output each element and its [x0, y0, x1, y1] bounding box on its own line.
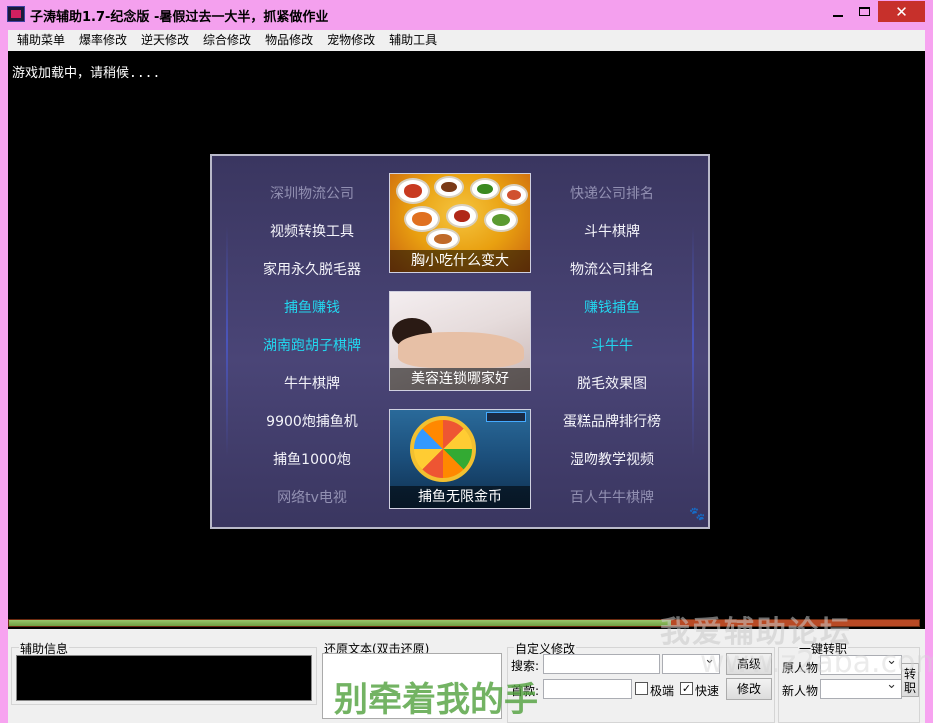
search-input[interactable]	[543, 654, 660, 674]
ad-link-left[interactable]: 视频转换工具	[222, 221, 402, 241]
ad-link-left[interactable]: 深圳物流公司	[222, 183, 402, 203]
url-watermark: www.z2aba.com	[700, 645, 933, 680]
window-title: 子涛辅助1.7-纪念版 -暑假过去一大半，抓紧做作业	[30, 10, 329, 25]
extreme-checkbox[interactable]	[635, 682, 648, 695]
aux-info-display	[16, 655, 312, 701]
food-plate-image	[434, 176, 464, 198]
modify-button[interactable]: 修改	[726, 678, 772, 700]
extreme-label: 极端	[650, 684, 675, 698]
food-plate-image	[500, 184, 528, 206]
thumbnail-caption: 胸小吃什么变大	[390, 250, 530, 272]
ad-link-right[interactable]: 斗牛牛	[522, 335, 702, 355]
ad-panel: 深圳物流公司 视频转换工具 家用永久脱毛器 捕鱼赚钱 湖南跑胡子棋牌 牛牛棋牌 …	[210, 154, 710, 529]
first-value-input[interactable]	[543, 679, 632, 699]
ad-link-right[interactable]: 快递公司排名	[522, 183, 702, 203]
maximize-button[interactable]	[851, 1, 878, 22]
ad-thumbnail-food[interactable]: 胸小吃什么变大	[389, 173, 531, 273]
ad-link-right[interactable]: 湿吻教学视频	[522, 449, 702, 469]
menu-general[interactable]: 综合修改	[196, 30, 258, 51]
menu-drop-rate[interactable]: 爆率修改	[72, 30, 134, 51]
ad-link-left[interactable]: 湖南跑胡子棋牌	[222, 335, 402, 355]
food-plate-image	[396, 178, 430, 204]
ad-link-left[interactable]: 牛牛棋牌	[222, 373, 402, 393]
ad-thumbnail-spa[interactable]: 美容连锁哪家好	[389, 291, 531, 391]
food-plate-image	[484, 208, 518, 232]
ad-link-right[interactable]: 斗牛棋牌	[522, 221, 702, 241]
spa-person-image	[398, 332, 524, 368]
ad-link-right[interactable]: 百人牛牛棋牌	[522, 487, 702, 507]
new-character-label: 新人物	[782, 684, 819, 698]
ad-link-left[interactable]: 捕鱼1000炮	[222, 449, 402, 469]
ad-link-left[interactable]: 9900炮捕鱼机	[222, 411, 402, 431]
prize-wheel-image	[410, 416, 476, 482]
game-hud-image	[486, 412, 526, 422]
ad-link-left[interactable]: 捕鱼赚钱	[222, 297, 402, 317]
food-plate-image	[404, 206, 440, 232]
ad-link-right[interactable]: 脱毛效果图	[522, 373, 702, 393]
close-icon: ✕	[895, 2, 908, 21]
thumbnail-caption: 捕鱼无限金币	[390, 486, 530, 508]
food-plate-image	[426, 228, 460, 250]
progress-fill	[9, 620, 672, 626]
menu-items[interactable]: 物品修改	[258, 30, 320, 51]
handwriting-watermark: 别牵着我的手	[334, 680, 538, 720]
maximize-icon	[859, 7, 870, 16]
ad-link-right[interactable]: 赚钱捕鱼	[522, 297, 702, 317]
new-character-select[interactable]	[820, 677, 902, 699]
food-plate-image	[470, 178, 500, 200]
ad-link-right[interactable]: 蛋糕品牌排行榜	[522, 411, 702, 431]
ad-link-left[interactable]: 网络tv电视	[222, 487, 402, 507]
game-screen[interactable]: 游戏加载中，请稍候.... 深圳物流公司 视频转换工具 家用永久脱毛器 捕鱼赚钱…	[8, 51, 925, 617]
menu-godlike[interactable]: 逆天修改	[134, 30, 196, 51]
menu-tools[interactable]: 辅助工具	[382, 30, 444, 51]
ad-link-right[interactable]: 物流公司排名	[522, 259, 702, 279]
menu-bar: 辅助菜单 爆率修改 逆天修改 综合修改 物品修改 宠物修改 辅助工具	[8, 30, 925, 51]
minimize-button[interactable]	[824, 1, 851, 22]
menu-assist[interactable]: 辅助菜单	[10, 30, 72, 51]
loading-text: 游戏加载中，请稍候....	[12, 66, 161, 81]
ad-link-left[interactable]: 家用永久脱毛器	[222, 259, 402, 279]
close-button[interactable]: ✕	[878, 1, 925, 22]
title-bar[interactable]: 子涛辅助1.7-纪念版 -暑假过去一大半，抓紧做作业 ✕	[0, 0, 933, 30]
fast-label: 快速	[695, 684, 720, 698]
fast-checkbox[interactable]: ✓	[680, 682, 693, 695]
app-icon	[7, 6, 25, 22]
minimize-icon	[832, 14, 843, 17]
paw-icon[interactable]: 🐾	[689, 507, 705, 523]
food-plate-image	[446, 204, 478, 228]
ad-thumbnail-game[interactable]: 捕鱼无限金币	[389, 409, 531, 509]
thumbnail-caption: 美容连锁哪家好	[390, 368, 530, 390]
menu-pets[interactable]: 宠物修改	[320, 30, 382, 51]
